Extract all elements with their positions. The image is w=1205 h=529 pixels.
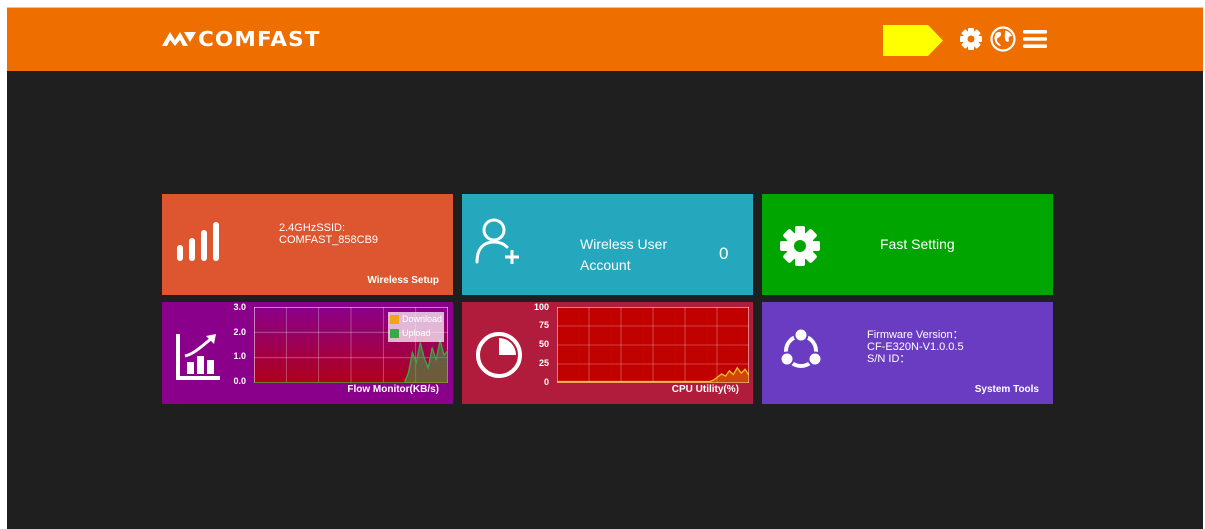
- top-bar: COMFAST: [7, 8, 1203, 71]
- pie-icon: [476, 332, 522, 378]
- wireless-setup-label: Wireless Setup: [367, 275, 439, 286]
- firmware-label: Firmware Version：: [867, 329, 964, 341]
- legend-upload: Upload: [388, 326, 444, 340]
- users-title-line2: Account: [580, 257, 631, 273]
- gear-icon: [780, 226, 820, 266]
- brand-logo[interactable]: COMFAST: [162, 27, 319, 51]
- ssid-value: COMFAST_858CB9: [279, 234, 379, 246]
- sn-id-label: S/N ID：: [867, 353, 911, 365]
- growth-chart-icon: [176, 334, 220, 380]
- flow-ytick-2: 2.0: [233, 327, 246, 337]
- brand-name: COMFAST: [198, 27, 321, 51]
- globe-icon[interactable]: [990, 26, 1016, 52]
- flow-monitor-tile[interactable]: 3.0 2.0 1.0 0.0 Download Upload Flow Mon…: [162, 302, 453, 404]
- ssid-label: 2.4GHzSSID:: [279, 222, 346, 234]
- fast-setting-tile[interactable]: Fast Setting: [762, 194, 1053, 295]
- cpu-ytick-50: 50: [538, 339, 549, 349]
- cpu-ytick-0: 0: [543, 377, 549, 387]
- flow-ytick-0: 0.0: [233, 376, 246, 386]
- cpu-ytick-25: 25: [538, 358, 549, 368]
- system-tools-tile[interactable]: Firmware Version： CF-E320N-V1.0.0.5 S/N …: [762, 302, 1053, 404]
- legend-download-label: Download: [402, 314, 443, 324]
- cpu-utility-label: CPU Utility(%): [671, 384, 739, 395]
- legend-upload-label: Upload: [402, 328, 431, 338]
- wireless-setup-tile[interactable]: 2.4GHzSSID: COMFAST_858CB9 Wireless Setu…: [162, 194, 453, 295]
- cpu-utility-tile[interactable]: 100 75 50 25 0 CPU Utility(%): [462, 302, 753, 404]
- cpu-ytick-100: 100: [533, 302, 549, 312]
- flag-tag[interactable]: [883, 25, 943, 56]
- user-count: 0: [719, 244, 729, 263]
- wireless-user-account-tile[interactable]: Wireless User Account 0: [462, 194, 753, 295]
- page-frame: COMFAST 2.4GHzSSID: COMFAST_858CB9 Wirel…: [7, 7, 1203, 529]
- logo-mark-icon: [162, 32, 196, 46]
- legend-download: Download: [388, 312, 444, 326]
- flow-monitor-label: Flow Monitor(KB/s): [347, 384, 439, 395]
- add-user-icon: [475, 218, 519, 264]
- system-tools-label: System Tools: [974, 384, 1039, 395]
- flow-ytick-3: 3.0: [233, 302, 246, 312]
- flow-ytick-1: 1.0: [233, 351, 246, 361]
- firmware-value: CF-E320N-V1.0.0.5: [867, 341, 964, 353]
- signal-bars-icon: [177, 222, 219, 261]
- gear-icon[interactable]: [958, 26, 984, 52]
- cpu-ytick-75: 75: [538, 320, 549, 330]
- flow-legend: Download Upload: [388, 312, 444, 342]
- share-circle-icon: [779, 327, 823, 368]
- cpu-plot: [557, 307, 749, 383]
- fast-setting-label: Fast Setting: [880, 236, 955, 252]
- users-title-line1: Wireless User: [580, 236, 668, 252]
- menu-icon[interactable]: [1022, 26, 1048, 52]
